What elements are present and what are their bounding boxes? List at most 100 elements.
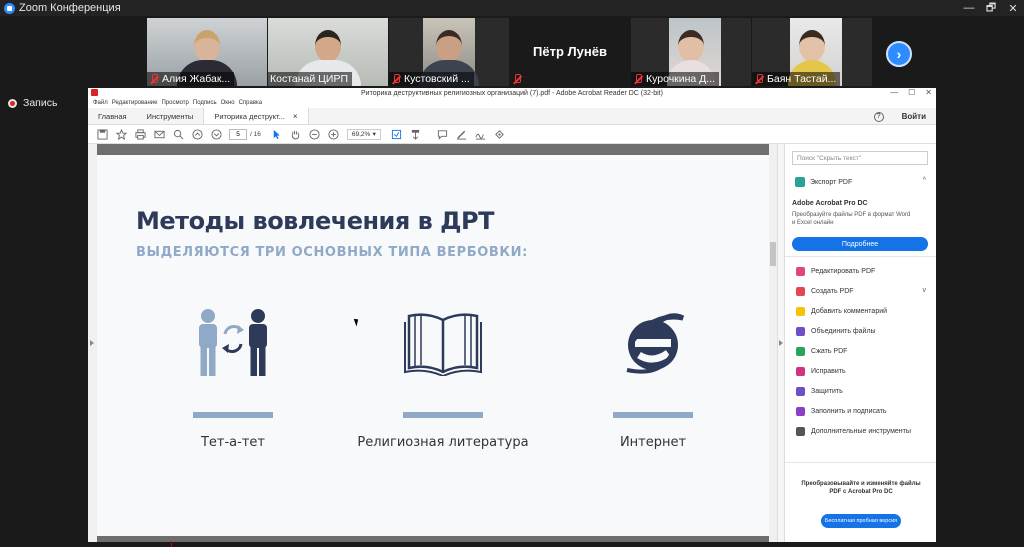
menu-view[interactable]: Просмотр (161, 100, 188, 106)
acrobat-menubar: Файл Редактирование Просмотр Подпись Окн… (88, 98, 936, 108)
participant-tile[interactable]: Курочкина Д... (631, 18, 751, 86)
restore-button[interactable]: 🗗 (980, 0, 1002, 16)
hand-tool-icon[interactable] (290, 128, 302, 140)
mic-muted-icon (149, 74, 159, 84)
close-button[interactable]: ✕ (1002, 0, 1024, 16)
free-trial-button[interactable]: Бесплатная пробная версия (821, 514, 901, 528)
tools-search-input[interactable]: Поиск "Скрыть текст" (792, 151, 928, 165)
open-book-icon (353, 305, 533, 381)
method-internet: Интернет (563, 305, 743, 450)
tool-label: Исправить (811, 368, 846, 375)
tool-label: Сжать PDF (811, 348, 848, 355)
save-icon[interactable] (96, 128, 108, 140)
method-underline (193, 412, 273, 418)
scroll-mode-icon[interactable] (410, 128, 422, 140)
method-underline (403, 412, 483, 418)
participant-tile-no-video[interactable]: Пётр Лунёв (510, 18, 630, 86)
participant-tile[interactable]: Кустовский ... (389, 18, 509, 86)
mic-muted-icon (512, 74, 522, 84)
next-page-icon[interactable] (210, 128, 222, 140)
menu-file[interactable]: Файл (93, 100, 108, 106)
tool-more-tools[interactable]: Дополнительные инструменты (796, 427, 911, 436)
export-pdf-section[interactable]: Экспорт PDF (795, 177, 852, 187)
prev-page-icon[interactable] (191, 128, 203, 140)
zoom-app-icon (4, 2, 15, 14)
participant-tile[interactable]: Алия Жабак... (147, 18, 267, 86)
search-icon[interactable] (172, 128, 184, 140)
scrollbar-thumb[interactable] (770, 242, 776, 266)
participant-display-name: Пётр Лунёв (533, 44, 607, 59)
tool-compress-pdf[interactable]: Сжать PDF (796, 347, 847, 356)
zoom-window-controls: — 🗗 ✕ (958, 0, 1024, 16)
email-icon[interactable] (153, 128, 165, 140)
next-participants-button[interactable]: › (886, 41, 912, 67)
tool-create-pdf[interactable]: Создать PDF (796, 287, 854, 296)
fill-sign-icon (796, 407, 805, 416)
zoom-in-icon[interactable] (328, 128, 340, 140)
tool-add-comment[interactable]: Добавить комментарий (796, 307, 887, 316)
tool-combine-files[interactable]: Объединить файлы (796, 327, 876, 336)
menu-edit[interactable]: Редактирование (112, 100, 158, 106)
tab-document[interactable]: Риторика деструкт... × (203, 108, 309, 124)
bookmark-star-icon[interactable] (115, 128, 127, 140)
acrobat-titlebar: Риторика деструктивных религиозных орган… (88, 88, 936, 98)
participant-name: Баян Тастай... (767, 73, 837, 85)
tab-close-icon[interactable]: × (293, 112, 298, 121)
minimize-button[interactable]: — (958, 0, 980, 16)
menu-sign[interactable]: Подпись (193, 100, 217, 106)
help-icon[interactable]: ? (873, 111, 884, 122)
create-pdf-icon (796, 287, 805, 296)
acrobat-close-button[interactable]: ✕ (925, 88, 932, 97)
tab-tools[interactable]: Инструменты (137, 108, 204, 124)
login-button[interactable]: Войти (902, 112, 926, 121)
highlight-pen-icon[interactable] (456, 128, 468, 140)
tool-label: Дополнительные инструменты (811, 428, 911, 435)
tool-label: Объединить файлы (811, 328, 876, 335)
combine-icon (796, 327, 805, 336)
sign-icon[interactable] (475, 128, 487, 140)
mic-muted-icon (633, 74, 643, 84)
participant-strip: Алия Жабак... Костанай ЦИРП Кустовский .… (0, 16, 1024, 88)
fix-icon (796, 367, 805, 376)
edit-pdf-icon (796, 267, 805, 276)
menu-window[interactable]: Окно (221, 100, 235, 106)
select-cursor-icon[interactable] (271, 128, 283, 140)
page-number-input[interactable]: 5 (229, 128, 247, 140)
zoom-level-select[interactable]: 69,2% ▾ (346, 128, 381, 140)
menu-help[interactable]: Справка (239, 100, 263, 106)
print-icon[interactable] (134, 128, 146, 140)
chevron-down-icon[interactable]: v (923, 287, 927, 294)
recording-indicator[interactable]: Запись (8, 97, 57, 109)
comment-icon[interactable] (437, 128, 449, 140)
tool-fill-sign[interactable]: Заполнить и подписать (796, 407, 887, 416)
promo-title: Adobe Acrobat Pro DC (792, 200, 868, 207)
tool-protect[interactable]: Защитить (796, 387, 843, 396)
participant-tile-active-speaker[interactable]: Костанай ЦИРП (268, 18, 388, 86)
acrobat-window: Риторика деструктивных религиозных орган… (88, 88, 936, 547)
document-scrollbar[interactable] (769, 144, 777, 542)
method-label: Интернет (619, 435, 687, 450)
tool-edit-pdf[interactable]: Редактировать PDF (796, 267, 875, 276)
participant-name: Кустовский ... (404, 73, 470, 85)
mic-muted-icon (754, 74, 764, 84)
recording-label: Запись (23, 97, 58, 109)
acrobat-maximize-button[interactable]: ☐ (908, 88, 915, 97)
protect-icon (796, 387, 805, 396)
tab-home[interactable]: Главная (88, 108, 137, 124)
learn-more-button[interactable]: Подробнее (792, 237, 928, 251)
tools-pane: Поиск "Скрыть текст" Экспорт PDF ^ Adobe… (784, 144, 936, 542)
export-pdf-label: Экспорт PDF (810, 178, 853, 186)
left-panel-toggle[interactable] (88, 144, 97, 542)
compress-icon (796, 347, 805, 356)
more-tools-toolbar-icon[interactable] (494, 128, 506, 140)
collapse-chevron-icon[interactable]: ^ (923, 177, 926, 184)
tool-fix[interactable]: Исправить (796, 367, 846, 376)
right-panel-toggle[interactable] (777, 144, 784, 542)
document-viewport[interactable]: Методы вовлечения в ДРТ ВЫДЕЛЯЮТСЯ ТРИ О… (88, 144, 784, 547)
acrobat-minimize-button[interactable]: — (890, 88, 898, 97)
acrobat-toolbar: 5 / 16 69,2% ▾ (88, 125, 936, 144)
fit-page-icon[interactable] (391, 128, 403, 140)
participant-tile[interactable]: Баян Тастай... (752, 18, 872, 86)
acrobat-app-icon (91, 89, 98, 96)
zoom-out-icon[interactable] (309, 128, 321, 140)
